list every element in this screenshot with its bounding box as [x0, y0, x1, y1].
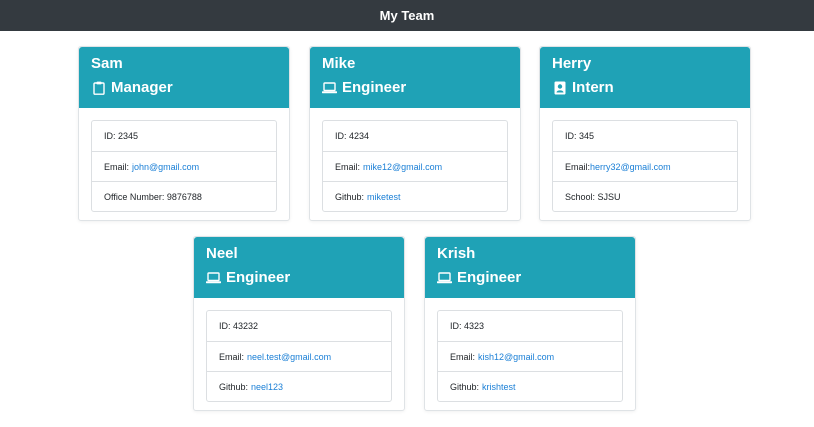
card-header: Sam Manager — [79, 47, 289, 108]
email-link[interactable]: kish12@gmail.com — [478, 352, 554, 362]
github-link[interactable]: neel123 — [251, 382, 283, 392]
employee-email: Email: john@gmail.com — [92, 151, 276, 181]
employee-email: Email: neel.test@gmail.com — [207, 341, 391, 371]
github-link[interactable]: krishtest — [482, 382, 516, 392]
employee-role-label: Engineer — [457, 269, 522, 286]
email-label: Email: — [104, 161, 130, 172]
employee-role-label: Manager — [111, 79, 173, 96]
card-header: Herry Intern — [540, 47, 750, 108]
info-list: ID: 345 Email: herry32@gmail.com School:… — [552, 120, 738, 212]
card-body: ID: 4234 Email: mike12@gmail.com Github:… — [310, 108, 520, 224]
employee-email: Email: mike12@gmail.com — [323, 151, 507, 181]
email-label: Email: — [565, 161, 591, 172]
email-link[interactable]: herry32@gmail.com — [590, 162, 671, 172]
employee-id: ID: 43232 — [207, 311, 391, 341]
employee-id-text: ID: 2345 — [104, 131, 139, 141]
employee-email: Email: kish12@gmail.com — [438, 341, 622, 371]
employee-card-engineer: Mike Engineer ID: 4234 Email: mike12@gma… — [309, 46, 521, 221]
employee-card-engineer: Neel Engineer ID: 43232 Email: neel.test… — [193, 236, 405, 411]
navbar: My Team — [0, 0, 814, 31]
email-label: Email: — [219, 351, 245, 362]
employee-id-text: ID: 345 — [565, 131, 595, 141]
card-header: Neel Engineer — [194, 237, 404, 298]
card-body: ID: 345 Email: herry32@gmail.com School:… — [540, 108, 750, 224]
employee-id-text: ID: 43232 — [219, 321, 259, 331]
github-label: Github: — [219, 381, 249, 392]
github: Github: neel123 — [207, 371, 391, 401]
employee-email: Email: herry32@gmail.com — [553, 151, 737, 181]
employee-role-label: Engineer — [226, 269, 291, 286]
employee-id-text: ID: 4323 — [450, 321, 485, 331]
info-list: ID: 2345 Email: john@gmail.com Office Nu… — [91, 120, 277, 212]
laptop-icon — [322, 81, 337, 96]
employee-id: ID: 4234 — [323, 121, 507, 151]
id-badge-icon — [552, 81, 567, 96]
employee-id: ID: 2345 — [92, 121, 276, 151]
employee-id: ID: 4323 — [438, 311, 622, 341]
github: Github: krishtest — [438, 371, 622, 401]
laptop-icon — [206, 271, 221, 286]
employee-role: Engineer — [206, 269, 392, 287]
github-label: Github: — [335, 191, 365, 202]
email-link[interactable]: neel.test@gmail.com — [247, 352, 331, 362]
school: School: SJSU — [553, 181, 737, 211]
employee-card-intern: Herry Intern ID: 345 Email: herry32@gmai… — [539, 46, 751, 221]
employee-name: Mike — [322, 55, 356, 72]
email-label: Email: — [335, 161, 361, 172]
clipboard-icon — [91, 81, 106, 96]
card-header: Krish Engineer — [425, 237, 635, 298]
card-body: ID: 4323 Email: kish12@gmail.com Github:… — [425, 298, 635, 414]
employee-role: Engineer — [322, 79, 508, 97]
github-label: Github: — [450, 381, 480, 392]
email-link[interactable]: mike12@gmail.com — [363, 162, 442, 172]
email-link[interactable]: john@gmail.com — [132, 162, 199, 172]
card-header: Mike Engineer — [310, 47, 520, 108]
employee-name: Krish — [437, 245, 476, 262]
employee-card-engineer: Krish Engineer ID: 4323 Email: kish12@gm… — [424, 236, 636, 411]
employee-id: ID: 345 — [553, 121, 737, 151]
navbar-title: My Team — [379, 8, 435, 23]
laptop-icon — [437, 271, 452, 286]
employee-role: Manager — [91, 79, 277, 97]
employee-role: Engineer — [437, 269, 623, 287]
email-label: Email: — [450, 351, 476, 362]
employee-name: Neel — [206, 245, 238, 262]
github-link[interactable]: miketest — [367, 192, 401, 202]
info-list: ID: 4234 Email: mike12@gmail.com Github:… — [322, 120, 508, 212]
employee-role-label: Intern — [572, 79, 614, 96]
office-number: Office Number: 9876788 — [92, 181, 276, 211]
info-list: ID: 4323 Email: kish12@gmail.com Github:… — [437, 310, 623, 402]
employee-role-label: Engineer — [342, 79, 407, 96]
school-text: School: SJSU — [565, 191, 621, 202]
employee-role: Intern — [552, 79, 738, 97]
employee-id-text: ID: 4234 — [335, 131, 370, 141]
employee-name: Herry — [552, 55, 592, 72]
card-body: ID: 2345 Email: john@gmail.com Office Nu… — [79, 108, 289, 224]
employee-name: Sam — [91, 55, 123, 72]
info-list: ID: 43232 Email: neel.test@gmail.com Git… — [206, 310, 392, 402]
employee-card-manager: Sam Manager ID: 2345 Email: john@gmail.c… — [78, 46, 290, 221]
office-number-text: Office Number: 9876788 — [104, 191, 202, 202]
card-body: ID: 43232 Email: neel.test@gmail.com Git… — [194, 298, 404, 414]
github: Github: miketest — [323, 181, 507, 211]
